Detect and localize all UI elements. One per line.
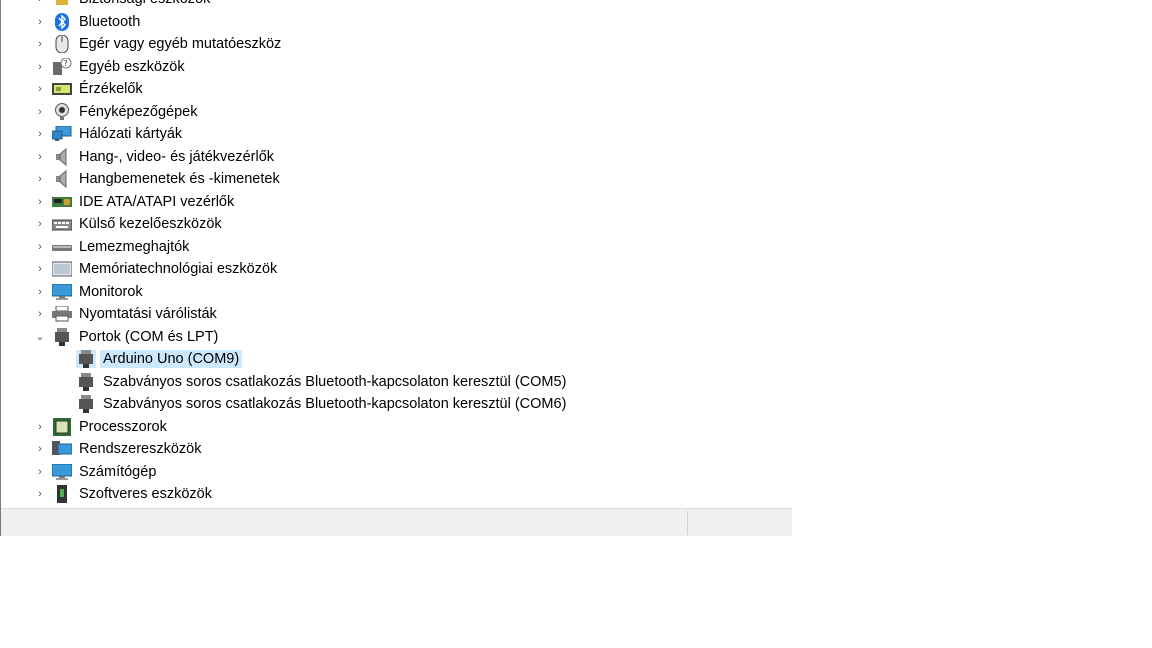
chevron-right-icon[interactable]: › (33, 217, 47, 231)
tree-item-other-devices[interactable]: › ? Egyéb eszközök (1, 56, 792, 79)
tree-item-label: IDE ATA/ATAPI vezérlők (79, 193, 235, 210)
chevron-right-icon[interactable]: › (33, 15, 47, 29)
tree-item-label: Hangbemenetek és -kimenetek (79, 171, 280, 188)
speaker-icon (52, 147, 72, 166)
chevron-right-icon[interactable]: › (33, 195, 47, 209)
monitor-icon (52, 283, 72, 301)
chevron-right-icon[interactable]: › (33, 60, 47, 74)
device-tree[interactable]: › Biztonsági eszközök › Bluetooth › Egér… (1, 0, 792, 508)
tree-item-label: Portok (COM és LPT) (79, 328, 219, 345)
tree-item-network-adapters[interactable]: › Hálózati kártyák (1, 123, 792, 146)
ide-controller-icon (52, 193, 72, 211)
tree-item-ports[interactable]: ⌄ Portok (COM és LPT) (1, 326, 792, 349)
status-bar-separator (687, 511, 688, 535)
status-bar (1, 508, 792, 536)
memory-device-icon (52, 260, 72, 278)
mouse-icon (52, 35, 72, 54)
sensor-icon (52, 80, 72, 98)
tree-item-label: Egér vagy egyéb mutatóeszköz (79, 36, 282, 53)
tree-item-audio-io[interactable]: › Hangbemenetek és -kimenetek (1, 168, 792, 191)
tree-item-label: Arduino Uno (COM9) (100, 350, 243, 369)
tree-item-bt-serial-com6[interactable]: Szabványos soros csatlakozás Bluetooth-k… (1, 393, 792, 416)
chevron-right-icon[interactable]: › (33, 240, 47, 254)
chevron-down-icon[interactable]: ⌄ (33, 330, 47, 344)
tree-item-monitors[interactable]: › Monitorok (1, 281, 792, 304)
tree-item-hid[interactable]: › Külső kezelőeszközök (1, 213, 792, 236)
tree-item-mouse[interactable]: › Egér vagy egyéb mutatóeszköz (1, 33, 792, 56)
chevron-right-icon[interactable]: › (33, 37, 47, 51)
tree-item-label: Processzorok (79, 418, 167, 435)
chevron-right-icon[interactable]: › (33, 82, 47, 96)
tree-item-system-devices[interactable]: › Rendszereszközök (1, 438, 792, 461)
printer-icon (52, 305, 72, 323)
computer-icon (52, 463, 72, 481)
tree-item-label: Számítógép (79, 463, 157, 480)
tree-item-label: Fényképezőgépek (79, 103, 198, 120)
tree-item-security-devices[interactable]: › Biztonsági eszközök (1, 0, 792, 11)
network-adapter-icon (52, 125, 72, 143)
unknown-device-icon: ? (52, 57, 72, 76)
tree-item-label: Egyéb eszközök (79, 58, 185, 75)
port-icon (76, 372, 96, 391)
tree-item-disk-drives[interactable]: › Lemezmeghajtók (1, 236, 792, 259)
device-manager-window: › Biztonsági eszközök › Bluetooth › Egér… (0, 0, 792, 536)
tree-item-label: Nyomtatási várólisták (79, 306, 217, 323)
tree-item-bt-serial-com5[interactable]: Szabványos soros csatlakozás Bluetooth-k… (1, 371, 792, 394)
bluetooth-icon (52, 12, 72, 31)
chevron-right-icon[interactable]: › (33, 442, 47, 456)
tree-item-label: Lemezmeghajtók (79, 238, 190, 255)
tree-item-label: Biztonsági eszközök (76, 0, 213, 8)
tree-item-label: Szoftveres eszközök (79, 486, 212, 503)
tree-item-memory-tech[interactable]: › Memóriatechnológiai eszközök (1, 258, 792, 281)
tree-item-software-devices[interactable]: › Szoftveres eszközök (1, 483, 792, 506)
port-icon (76, 395, 96, 414)
tree-item-label: Szabványos soros csatlakozás Bluetooth-k… (103, 396, 567, 413)
tree-item-label: Hálózati kártyák (79, 126, 183, 143)
tree-item-ide-controllers[interactable]: › IDE ATA/ATAPI vezérlők (1, 191, 792, 214)
tree-item-arduino-uno[interactable]: Arduino Uno (COM9) (1, 348, 792, 371)
tree-item-print-queues[interactable]: › Nyomtatási várólisták (1, 303, 792, 326)
tree-item-label: Hang-, video- és játékvezérlők (79, 148, 275, 165)
processor-icon (52, 417, 72, 436)
port-icon (52, 327, 72, 346)
system-device-icon (52, 440, 72, 458)
disk-drive-icon (52, 238, 72, 256)
chevron-right-icon[interactable]: › (33, 420, 47, 434)
chevron-right-icon[interactable]: › (33, 487, 47, 501)
chevron-right-icon[interactable]: › (33, 0, 47, 6)
tree-item-label: Szabványos soros csatlakozás Bluetooth-k… (103, 373, 567, 390)
tree-item-cameras[interactable]: › Fényképezőgépek (1, 101, 792, 124)
chevron-right-icon[interactable]: › (33, 465, 47, 479)
tree-item-computer[interactable]: › Számítógép (1, 461, 792, 484)
tree-item-label: Érzékelők (79, 81, 143, 98)
chevron-right-icon[interactable]: › (33, 150, 47, 164)
chevron-right-icon[interactable]: › (33, 127, 47, 141)
svg-text:?: ? (64, 59, 68, 68)
chevron-right-icon[interactable]: › (33, 172, 47, 186)
tree-item-label: Memóriatechnológiai eszközök (79, 261, 278, 278)
tree-item-processors[interactable]: › Processzorok (1, 416, 792, 439)
software-device-icon (52, 485, 72, 504)
tree-item-label: Rendszereszközök (79, 441, 202, 458)
tree-item-label: Külső kezelőeszközök (79, 216, 222, 233)
keyboard-device-icon (52, 215, 72, 233)
tree-item-bluetooth[interactable]: › Bluetooth (1, 11, 792, 34)
tree-item-label: Bluetooth (79, 13, 141, 30)
chevron-right-icon[interactable]: › (33, 307, 47, 321)
port-icon (76, 350, 96, 369)
tree-item-sound-video-game[interactable]: › Hang-, video- és játékvezérlők (1, 146, 792, 169)
tree-item-label: Monitorok (79, 283, 143, 300)
chevron-right-icon[interactable]: › (33, 285, 47, 299)
chevron-right-icon[interactable]: › (33, 262, 47, 276)
tree-item-sensors[interactable]: › Érzékelők (1, 78, 792, 101)
speaker-icon (52, 170, 72, 189)
camera-icon (52, 102, 72, 121)
security-device-icon (52, 0, 72, 8)
chevron-right-icon[interactable]: › (33, 105, 47, 119)
